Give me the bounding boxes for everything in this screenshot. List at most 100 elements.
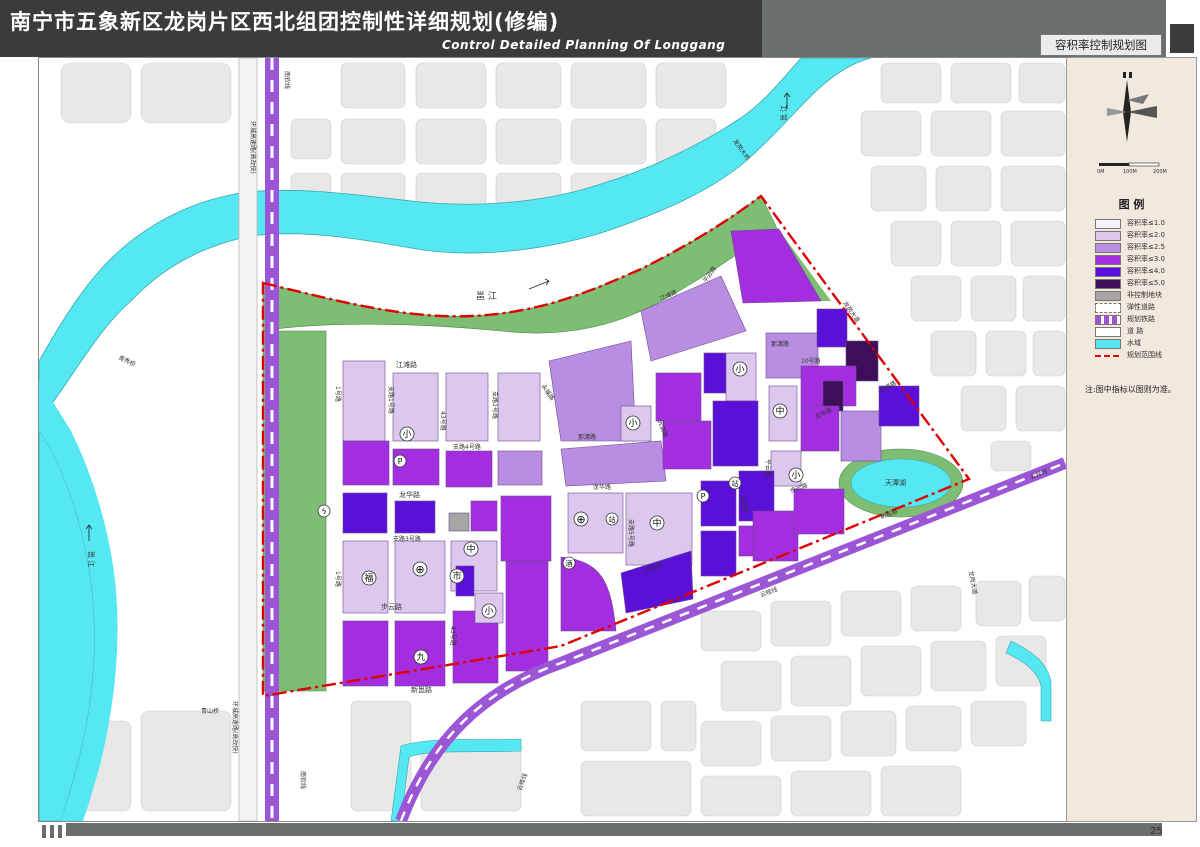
footer-bar: [66, 823, 1162, 836]
facility-school-icon: 小: [625, 415, 641, 431]
svg-text:⊕: ⊕: [576, 513, 585, 526]
legend-label: 规划范围线: [1127, 351, 1162, 359]
urban-block: [790, 770, 872, 817]
block-far-3-0: [445, 450, 493, 488]
urban-block: [1000, 110, 1066, 157]
block-far-3-0: [505, 560, 549, 672]
facility-welfare-icon: 福: [361, 570, 377, 586]
urban-block: [290, 118, 332, 160]
urban-block: [905, 705, 962, 752]
label-qingshan-bridge: 青山桥: [201, 707, 219, 715]
legend-swatch: [1095, 355, 1119, 357]
urban-block: [840, 710, 897, 757]
urban-block: [60, 62, 132, 124]
legend-label: 水域: [1127, 339, 1141, 347]
label-road-43: 43号路: [439, 411, 447, 431]
urban-block: [1015, 385, 1066, 432]
urban-block: [1010, 220, 1066, 267]
svg-text:中: 中: [466, 543, 475, 555]
block-far-2-5: [497, 450, 543, 486]
scale-label-0: 0M: [1097, 169, 1105, 175]
block-far-3-0: [752, 510, 799, 562]
legend-swatch: [1095, 267, 1121, 277]
facility-school-icon: 小: [732, 361, 748, 377]
legend-note: 注:图中指标以图则为准。: [1085, 385, 1176, 394]
svg-text:P: P: [701, 492, 706, 501]
map-title: 南宁市五象新区龙岗片区西北组团控制性详细规划(修编): [10, 10, 560, 34]
urban-block: [495, 118, 562, 165]
scale-label-200: 200M: [1153, 169, 1167, 175]
facility-hospital-icon: ⊕: [573, 511, 589, 527]
label-ring-expressway-bottom: 环城高速路(高改快): [231, 701, 239, 754]
urban-block: [770, 600, 832, 647]
map-title-english: Control Detailed Planning Of Longgang: [442, 38, 726, 52]
urban-block: [340, 62, 406, 109]
legend-panel: 0M 100M 200M 图 例 容积率≤1.0 容积率≤2.0 容积率≤2.5…: [1066, 57, 1197, 822]
label-tiantan-lake: 天潭湖: [885, 478, 906, 487]
svg-text:中: 中: [775, 405, 784, 417]
svg-text:小: 小: [791, 470, 800, 481]
urban-block: [1022, 275, 1066, 322]
svg-text:小: 小: [735, 364, 744, 375]
facility-station-icon: 站: [728, 476, 742, 490]
label-nabo-road: 那渡路: [578, 433, 596, 441]
facility-nine-icon: 九: [413, 649, 429, 665]
facility-middle-school-icon: 中: [463, 541, 479, 557]
block-far-4-0: [342, 492, 388, 534]
block-far-2-0: [392, 372, 439, 442]
block-far-4-0: [712, 400, 759, 467]
svg-text:ϟ: ϟ: [321, 507, 326, 516]
urban-block: [840, 590, 902, 637]
legend-label: 容积率≤5.0: [1127, 279, 1165, 287]
urban-block: [985, 330, 1027, 377]
facility-school-icon: 小: [788, 467, 804, 483]
urban-block: [930, 110, 992, 157]
svg-text:⊕: ⊕: [415, 563, 424, 576]
block-far-2-0: [342, 360, 386, 442]
svg-text:站: 站: [609, 515, 616, 524]
urban-block: [1028, 575, 1066, 622]
urban-block: [580, 760, 692, 817]
svg-text:九: 九: [416, 652, 425, 663]
urban-block: [930, 640, 987, 692]
label-zhilu-1: 支路1号路: [387, 386, 395, 414]
urban-block: [580, 700, 652, 752]
urban-block: [415, 62, 487, 109]
label-zhilu-3: 支路3号路: [393, 535, 421, 543]
block-far-2-0: [445, 372, 489, 442]
facility-hotel-icon: 酒: [562, 556, 576, 570]
svg-text:中: 中: [652, 517, 661, 529]
label-road-1-s: 1号路: [334, 571, 342, 587]
urban-block: [860, 645, 922, 697]
urban-block: [1018, 62, 1066, 104]
map-area[interactable]: 邕 江 邕 江 邕 江 南钦线 南钦线 环城高速路(高改快) 环城高速路(高改快…: [38, 57, 1068, 822]
legend-label: 容积率≤2.5: [1127, 243, 1165, 251]
label-longhua-road-w: 龙华路: [399, 490, 420, 499]
map-svg: 邕 江 邕 江 邕 江 南钦线 南钦线 环城高速路(高改快) 环城高速路(高改快…: [39, 58, 1067, 821]
block-far-3-0: [662, 420, 712, 470]
urban-block: [655, 62, 727, 109]
north-arrow-icon: [1107, 72, 1157, 142]
legend-label: 容积率≤1.0: [1127, 219, 1165, 227]
urban-block: [415, 118, 487, 165]
legend-swatch: [1095, 303, 1121, 313]
block-far-2-0: [497, 372, 541, 442]
urban-block: [860, 110, 922, 157]
urban-block: [960, 385, 1007, 432]
label-buyun-road: 步云路: [381, 602, 402, 611]
legend-swatch: [1095, 279, 1121, 289]
block-far-3-0: [655, 372, 702, 422]
legend-swatch: [1095, 339, 1121, 349]
urban-block: [720, 660, 782, 712]
label-nabo-road-2: 那渡路: [771, 340, 789, 348]
svg-text:小: 小: [628, 418, 637, 429]
legend-swatch: [1095, 231, 1121, 241]
block-far-3-0: [793, 488, 845, 535]
label-road-43-s: 43号路: [449, 626, 457, 646]
facility-power-icon: ϟ: [317, 504, 331, 518]
svg-text:市: 市: [452, 570, 461, 582]
urban-block: [660, 700, 697, 752]
facility-parking-icon: P: [696, 489, 710, 503]
label-longhua-road-m: 龙华路: [593, 483, 611, 491]
scale-bar: 0M 100M 200M: [1097, 161, 1167, 176]
